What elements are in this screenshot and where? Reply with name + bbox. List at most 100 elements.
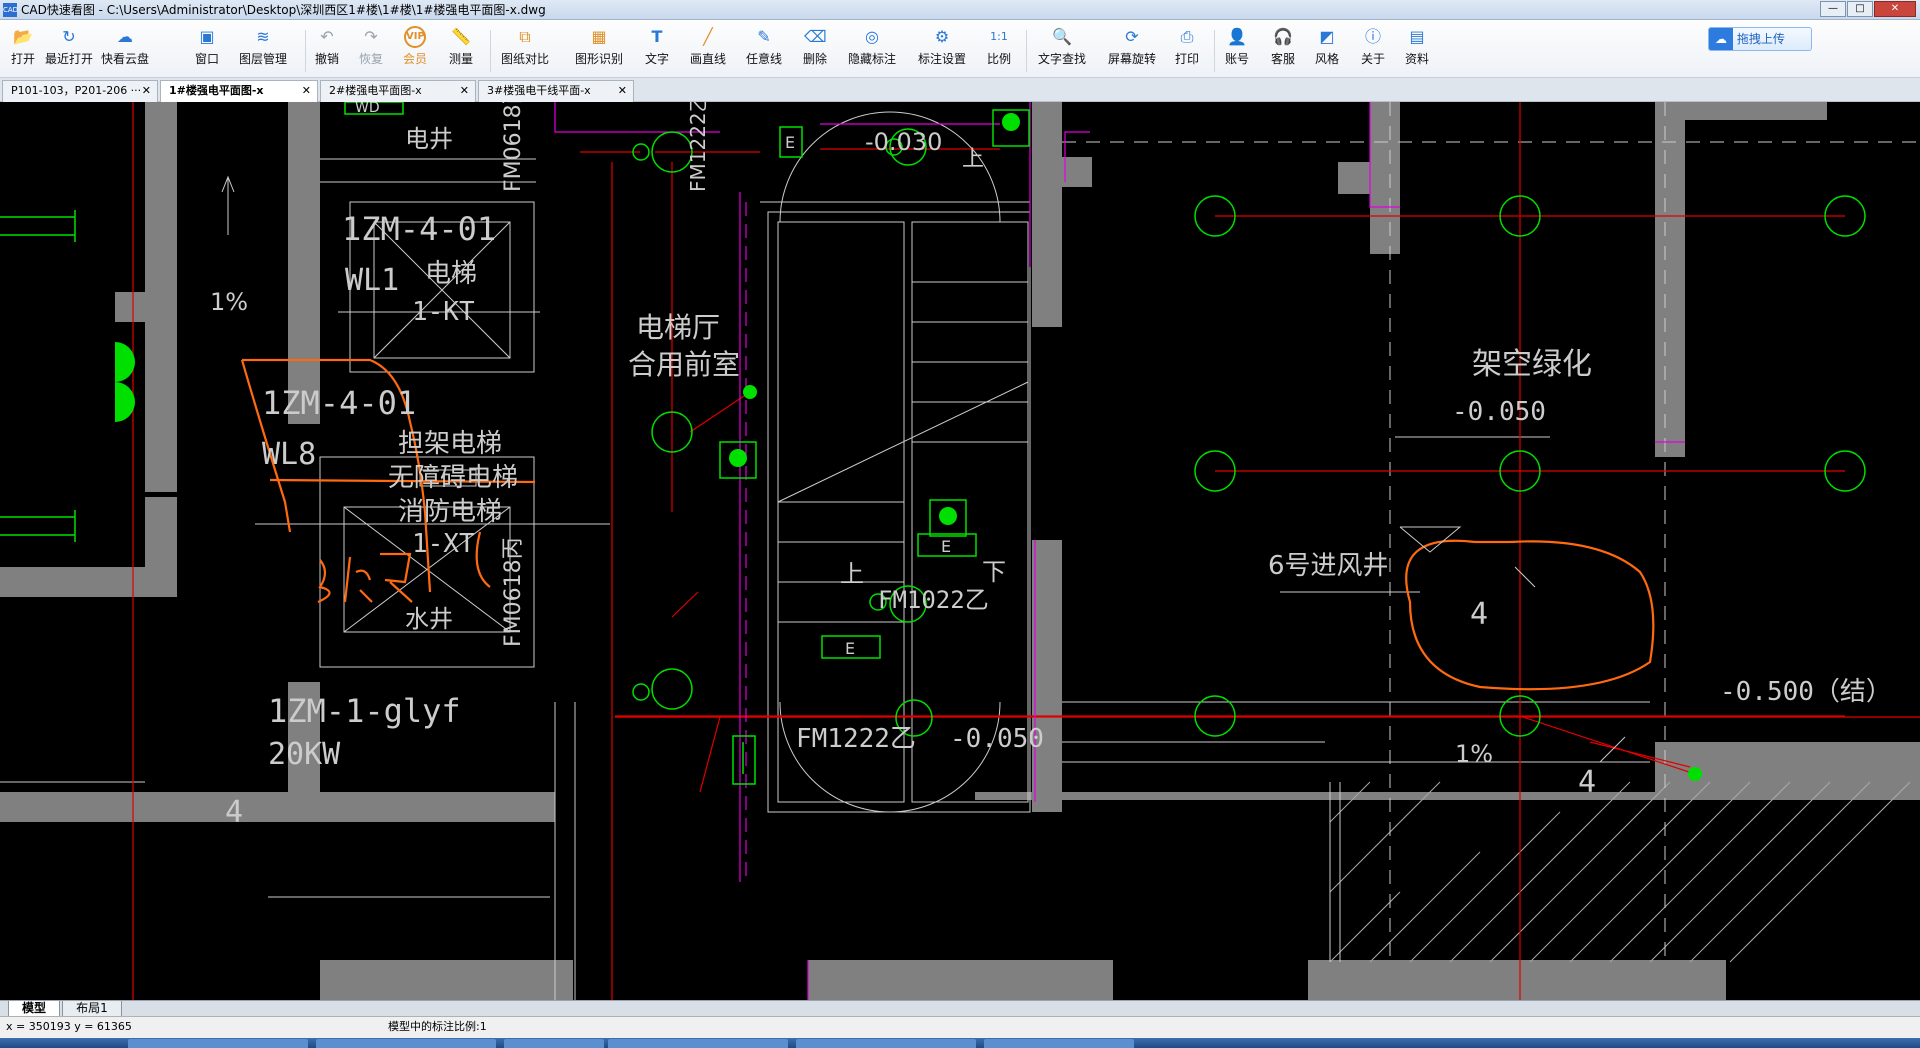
shape-recognize-button[interactable]: ▦ 图形识别 <box>572 26 626 67</box>
label-e1: E <box>785 133 795 152</box>
text-button[interactable]: T 文字 <box>642 26 672 67</box>
tab-building1-power[interactable]: 1#楼强电平面图-x ✕ <box>160 80 318 102</box>
window-button[interactable]: ▣ 窗口 <box>192 26 222 67</box>
recognize-icon: ▦ <box>591 27 607 46</box>
draw-line-button[interactable]: ╱ 画直线 <box>686 26 730 67</box>
toolbar-separator <box>490 30 491 72</box>
scale-icon: 1:1 <box>990 30 1008 43</box>
label-fm1022: FM1022乙 <box>878 586 989 614</box>
tab-p101[interactable]: P101-103，P201-206 ··· ✕ <box>2 80 158 102</box>
delete-button[interactable]: ⌫ 删除 <box>800 26 830 67</box>
label-shang-mid: 上 <box>840 560 864 588</box>
label-fm1222-top: FM1222乙 <box>686 102 710 192</box>
status-bar: x = 350193 y = 61365 模型中的标注比例:1 <box>0 1016 1920 1038</box>
label-e3: E <box>845 639 855 658</box>
label-four-c: 4 <box>1578 765 1596 800</box>
tab-layout1[interactable]: 布局1 <box>62 1001 122 1017</box>
account-button[interactable]: 👤 账号 <box>1222 26 1252 67</box>
documents-icon: ▤ <box>1409 27 1425 46</box>
documents-button[interactable]: ▤ 资料 <box>1402 26 1432 67</box>
text-search-button[interactable]: 🔍 文字查找 <box>1034 26 1090 67</box>
window-controls: — □ ✕ <box>1820 1 1916 17</box>
vip-icon: VIP <box>404 26 426 48</box>
label-slope-1: 1% <box>210 288 248 316</box>
layer-manager-button[interactable]: ≋ 图层管理 <box>236 26 290 67</box>
redo-button[interactable]: ↷ 恢复 <box>356 26 386 67</box>
undo-button[interactable]: ↶ 撤销 <box>312 26 342 67</box>
open-button[interactable]: 📂 打开 <box>8 26 38 67</box>
tab-building2-power[interactable]: 2#楼强电平面图-x ✕ <box>320 80 476 102</box>
cloud-disk-button[interactable]: ☁ 快看云盘 <box>100 26 150 67</box>
ruler-icon: 📏 <box>451 27 471 46</box>
close-tab-icon[interactable]: ✕ <box>618 81 627 101</box>
annotation-settings-icon: ⚙ <box>934 27 950 46</box>
support-button[interactable]: 🎧 客服 <box>1268 26 1298 67</box>
tab-building3-trunk[interactable]: 3#楼强电干线平面-x ✕ <box>478 80 634 102</box>
label-xiaofang: 消防电梯 <box>398 497 502 527</box>
label-fm0618-top: FM0618丙 <box>501 102 526 192</box>
taskbar-app[interactable] <box>984 1039 1134 1048</box>
label-shuijing: 水井 <box>405 605 453 633</box>
user-icon: 👤 <box>1227 27 1247 46</box>
label-glyf: 1ZM-1-glyf <box>268 692 461 730</box>
tab-model[interactable]: 模型 <box>8 1001 60 1017</box>
about-button[interactable]: ⓘ 关于 <box>1358 26 1388 67</box>
taskbar-app[interactable] <box>504 1039 604 1048</box>
hide-annotation-button[interactable]: ◎ 隐藏标注 <box>844 26 900 67</box>
taskbar-app[interactable] <box>796 1039 976 1048</box>
label-qianshi: 合用前室 <box>628 348 740 381</box>
annotation-settings-button[interactable]: ⚙ 标注设置 <box>914 26 970 67</box>
text-search-icon: 🔍 <box>1052 27 1072 46</box>
magenta-lines <box>554 102 1685 1000</box>
minimize-button[interactable]: — <box>1820 1 1846 17</box>
cloud-icon: ☁ <box>117 27 133 46</box>
window-icon: ▣ <box>199 27 215 46</box>
label-shang-top: 上 <box>962 147 984 172</box>
print-button[interactable]: ⎙ 打印 <box>1172 26 1202 67</box>
label-tingxiao: 电梯厅 <box>636 311 720 344</box>
document-tab-bar: P101-103，P201-206 ··· ✕ 1#楼强电平面图-x ✕ 2#楼强电… <box>0 78 1920 102</box>
label-20kw: 20KW <box>268 737 341 772</box>
recent-open-button[interactable]: ↻ 最近打开 <box>44 26 94 67</box>
undo-icon: ↶ <box>320 27 334 46</box>
toolbar: 📂 打开 ↻ 最近打开 ☁ 快看云盘 ▣ 窗口 ≋ 图层管理 ↶ 撤销 ↷ 恢复 VIP 会员 … <box>0 20 1920 78</box>
folder-open-icon: 📂 <box>13 27 33 46</box>
style-button[interactable]: ◩ 风格 <box>1312 26 1342 67</box>
drag-upload-button[interactable]: ☁ 拖拽上传 <box>1708 27 1812 51</box>
annotation-scale: 模型中的标注比例:1 <box>388 1020 487 1033</box>
label-dianti: 电梯 <box>425 259 477 289</box>
taskbar-app[interactable] <box>316 1039 496 1048</box>
text-icon: T <box>651 27 663 46</box>
printer-icon: ⎙ <box>1180 27 1194 46</box>
vip-button[interactable]: VIP 会员 <box>400 26 430 67</box>
close-tab-icon[interactable]: ✕ <box>142 81 151 101</box>
scale-button[interactable]: 1:1 比例 <box>984 26 1014 67</box>
taskbar-app[interactable] <box>128 1039 308 1048</box>
label-danjia: 担架电梯 <box>398 429 502 459</box>
close-button[interactable]: ✕ <box>1874 1 1916 17</box>
structure-lines <box>0 111 1650 1000</box>
maximize-button[interactable]: □ <box>1847 1 1873 17</box>
cursor-coordinates: x = 350193 y = 61365 <box>6 1020 132 1033</box>
close-tab-icon[interactable]: ✕ <box>460 81 469 101</box>
axis-lines <box>1062 102 1920 962</box>
taskbar-app[interactable] <box>608 1039 788 1048</box>
screen-rotate-button[interactable]: ⟳ 屏幕旋转 <box>1104 26 1160 67</box>
label-wuzhang: 无障碍电梯 <box>388 463 518 493</box>
label-jiakong: 架空绿化 <box>1472 347 1592 382</box>
label-four-a: 4 <box>1470 597 1488 632</box>
label-jinfeng: 6号进风井 <box>1268 551 1389 581</box>
app-icon: CAD <box>3 2 18 17</box>
line-icon: ╱ <box>703 27 713 46</box>
toolbar-separator <box>305 30 306 72</box>
drawing-compare-button[interactable]: ⧉ 图纸对比 <box>498 26 552 67</box>
info-icon: ⓘ <box>1364 27 1381 46</box>
hatch-area <box>1329 781 1911 963</box>
upload-cloud-icon: ☁ <box>1709 28 1733 50</box>
close-tab-icon[interactable]: ✕ <box>302 81 311 101</box>
light-fixtures <box>344 101 1866 785</box>
label-wd: WD <box>355 102 380 116</box>
freehand-button[interactable]: ✎ 任意线 <box>742 26 786 67</box>
drawing-canvas[interactable]: WD 电井 FM0618丙 FM1222乙 E -0.030 上 1ZM-4-0… <box>0 82 1920 1000</box>
measure-button[interactable]: 📏 测量 <box>446 26 476 67</box>
